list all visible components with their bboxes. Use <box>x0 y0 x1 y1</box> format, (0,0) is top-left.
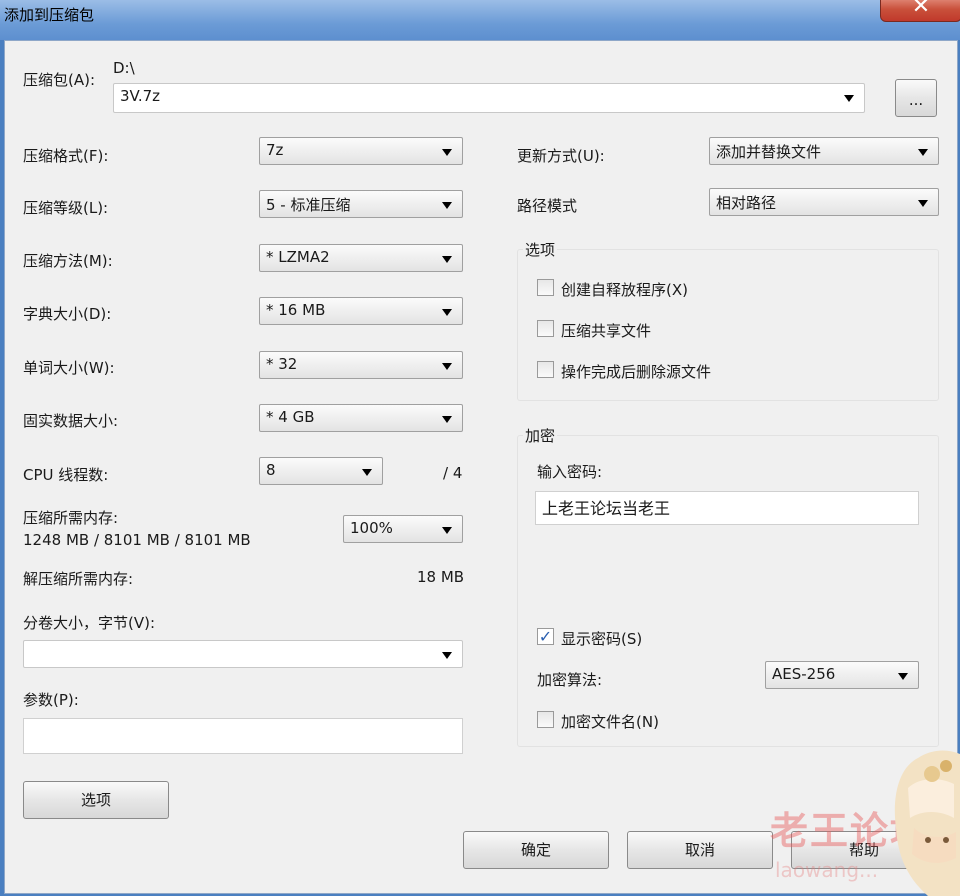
chevron-down-icon <box>442 149 452 156</box>
archive-filename-value: 3V.7z <box>120 87 161 105</box>
mem-compress-label: 压缩所需内存: <box>23 509 119 527</box>
options-group-title: 选项 <box>523 239 558 260</box>
threads-max: / 4 <box>443 464 463 482</box>
chevron-down-icon <box>442 256 452 263</box>
format-label: 压缩格式(F): <box>23 147 109 165</box>
chevron-down-icon <box>844 95 854 102</box>
encryption-method-select[interactable]: AES-256 <box>765 661 919 689</box>
solid-label: 固实数据大小: <box>23 412 119 430</box>
options-button[interactable]: 选项 <box>23 781 169 819</box>
encryption-group-title: 加密 <box>523 425 558 446</box>
window-title: 添加到压缩包 <box>4 6 95 24</box>
mem-percent-value: 100% <box>350 519 393 537</box>
mem-compress-detail: 1248 MB / 8101 MB / 8101 MB <box>23 531 251 549</box>
delete-after-checkbox[interactable] <box>537 361 554 378</box>
chevron-down-icon <box>442 416 452 423</box>
volume-label: 分卷大小，字节(V): <box>23 614 156 632</box>
dict-label: 字典大小(D): <box>23 305 112 323</box>
threads-value: 8 <box>266 461 276 479</box>
ok-button[interactable]: 确定 <box>463 831 609 869</box>
chevron-down-icon <box>442 652 452 659</box>
chevron-down-icon <box>442 527 452 534</box>
archive-filename-combo[interactable]: 3V.7z <box>113 83 865 113</box>
archive-path: D:\ <box>113 59 135 77</box>
solid-value: * 4 GB <box>266 408 315 426</box>
delete-after-label: 操作完成后删除源文件 <box>561 363 712 381</box>
params-label: 参数(P): <box>23 691 79 709</box>
update-value: 添加并替换文件 <box>716 143 822 161</box>
path-mode-select[interactable]: 相对路径 <box>709 188 939 216</box>
word-select[interactable]: * 32 <box>259 351 463 379</box>
encryption-method-label: 加密算法: <box>537 671 603 689</box>
cancel-button[interactable]: 取消 <box>627 831 773 869</box>
level-select[interactable]: 5 - 标准压缩 <box>259 190 463 218</box>
chevron-down-icon <box>898 673 908 680</box>
anime-character-image <box>894 750 960 896</box>
encryption-method-value: AES-256 <box>772 665 836 683</box>
password-label: 输入密码: <box>537 463 603 481</box>
mem-decompress-label: 解压缩所需内存: <box>23 570 134 588</box>
shared-files-label: 压缩共享文件 <box>561 322 652 340</box>
format-select[interactable]: 7z <box>259 137 463 165</box>
shared-files-checkbox[interactable] <box>537 320 554 337</box>
mem-decompress-value: 18 MB <box>417 568 465 586</box>
chevron-down-icon <box>918 149 928 156</box>
volume-combo[interactable] <box>23 640 463 668</box>
threads-select[interactable]: 8 <box>259 457 383 485</box>
show-password-checkbox[interactable]: ✓ <box>537 628 554 645</box>
title-bar: 添加到压缩包 <box>0 0 960 40</box>
dict-value: * 16 MB <box>266 301 326 319</box>
chevron-down-icon <box>362 469 372 476</box>
level-label: 压缩等级(L): <box>23 199 109 217</box>
word-value: * 32 <box>266 355 298 373</box>
archive-label: 压缩包(A): <box>23 71 96 89</box>
path-mode-label: 路径模式 <box>517 197 578 215</box>
method-value: * LZMA2 <box>266 248 330 266</box>
mem-percent-select[interactable]: 100% <box>343 515 463 543</box>
close-button[interactable]: ✕ <box>880 0 960 22</box>
show-password-label: 显示密码(S) <box>561 630 643 648</box>
chevron-down-icon <box>918 200 928 207</box>
word-label: 单词大小(W): <box>23 359 115 377</box>
solid-select[interactable]: * 4 GB <box>259 404 463 432</box>
params-input[interactable] <box>23 718 463 754</box>
method-select[interactable]: * LZMA2 <box>259 244 463 272</box>
update-label: 更新方式(U): <box>517 147 605 165</box>
watermark-sub-text: laowang... <box>775 858 879 882</box>
dialog-body: 压缩包(A): D:\ 3V.7z ... 压缩格式(F): 7z 压缩等级(L… <box>4 40 958 894</box>
path-mode-value: 相对路径 <box>716 194 777 212</box>
encrypt-names-label: 加密文件名(N) <box>561 713 659 731</box>
dict-select[interactable]: * 16 MB <box>259 297 463 325</box>
chevron-down-icon <box>442 309 452 316</box>
sfx-label: 创建自释放程序(X) <box>561 281 688 299</box>
sfx-checkbox[interactable] <box>537 279 554 296</box>
chevron-down-icon <box>442 202 452 209</box>
encrypt-names-checkbox[interactable] <box>537 711 554 728</box>
format-value: 7z <box>266 141 284 159</box>
browse-button[interactable]: ... <box>895 79 937 117</box>
level-value: 5 - 标准压缩 <box>266 196 351 214</box>
threads-label: CPU 线程数: <box>23 466 109 484</box>
update-select[interactable]: 添加并替换文件 <box>709 137 939 165</box>
chevron-down-icon <box>442 363 452 370</box>
method-label: 压缩方法(M): <box>23 252 113 270</box>
password-input[interactable]: 上老王论坛当老王 <box>535 491 919 525</box>
